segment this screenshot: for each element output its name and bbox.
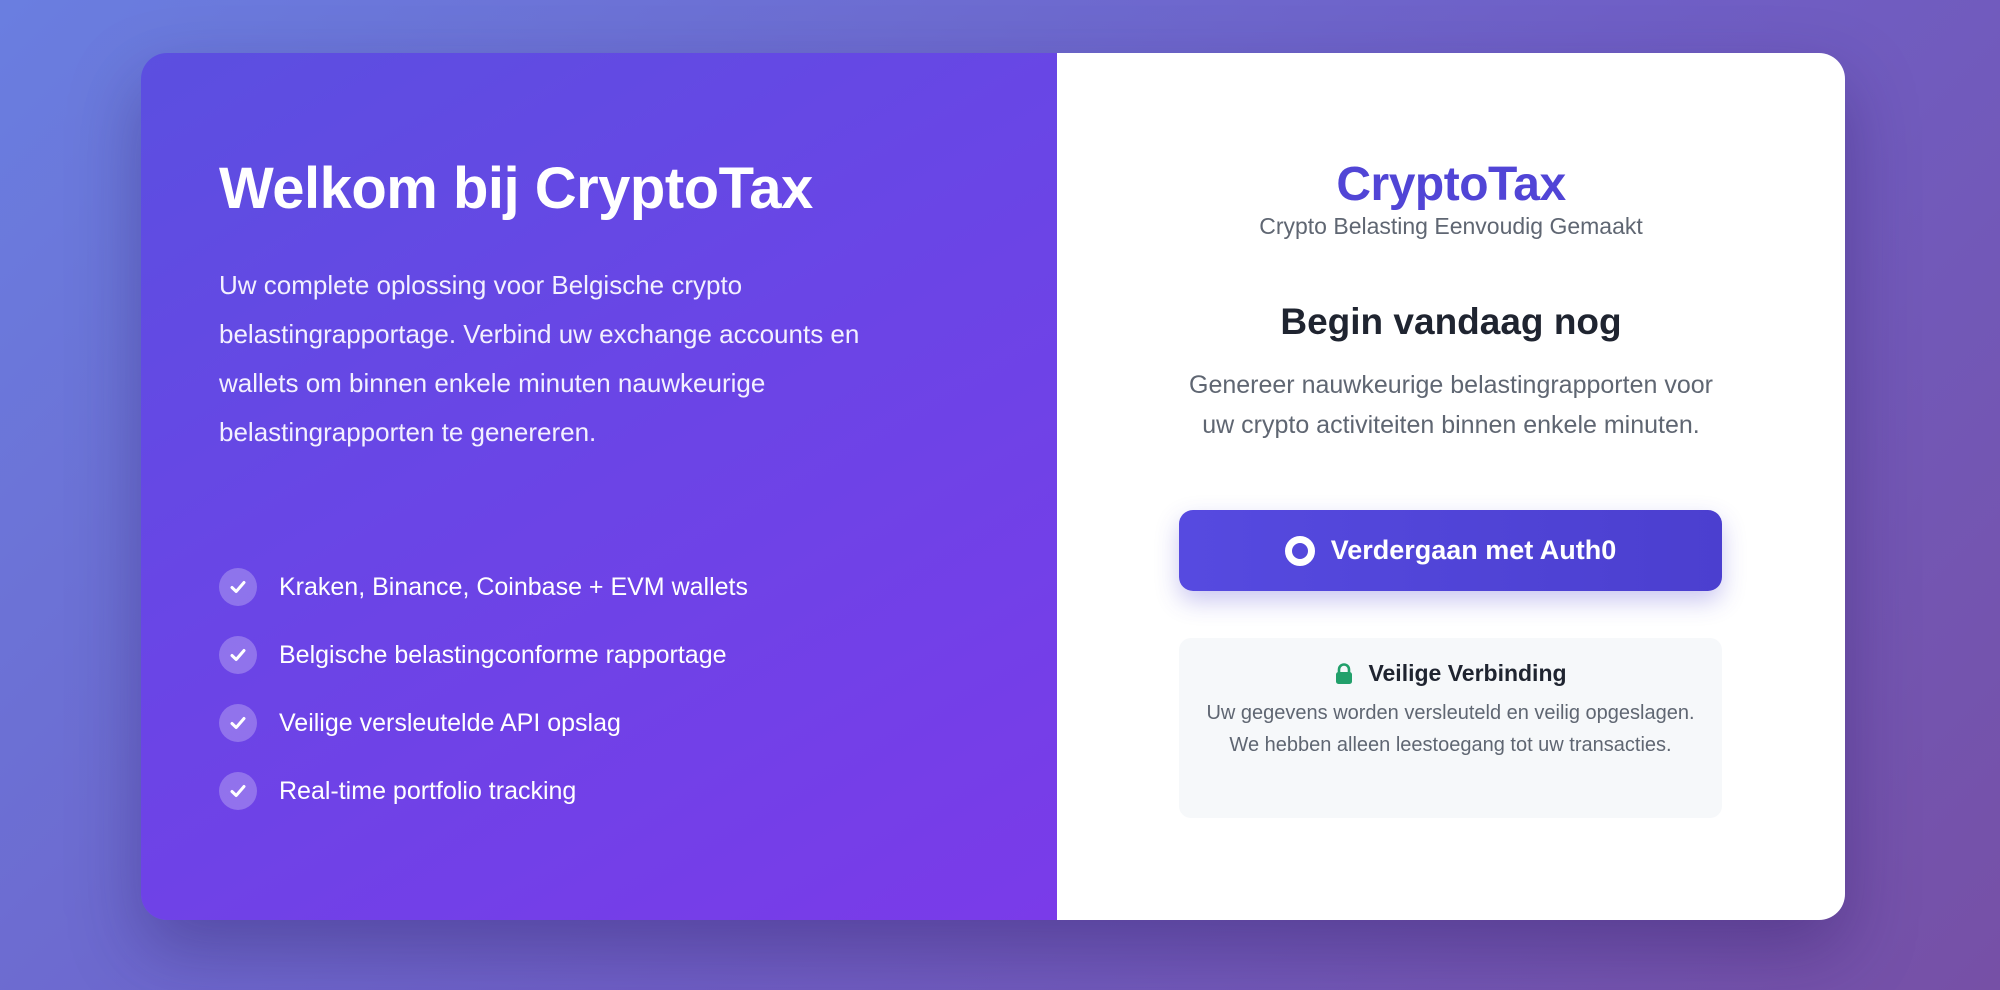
auth0-login-label: Verdergaan met Auth0 [1330, 535, 1617, 565]
feature-item: Veilige versleutelde API opslag [219, 689, 748, 757]
check-icon [219, 568, 257, 606]
secure-connection-notice: Veilige Verbinding Uw gegevens worden ve… [1179, 638, 1722, 818]
welcome-panel: Welkom bij CryptoTax Uw complete oplossi… [141, 53, 1057, 920]
brand-logo: CryptoTax [1336, 158, 1566, 211]
feature-label: Kraken, Binance, Coinbase + EVM wallets [279, 572, 748, 601]
signin-panel: CryptoTax Crypto Belasting Eenvoudig Gem… [1057, 53, 1845, 920]
welcome-intro: Uw complete oplossing voor Belgische cry… [219, 270, 860, 447]
signin-headline: Begin vandaag nog [1280, 301, 1622, 342]
secure-title: Veilige Verbinding [1368, 660, 1567, 686]
secure-title-row: Veilige Verbinding [1199, 660, 1702, 687]
feature-item: Belgische belastingconforme rapportage [219, 621, 748, 689]
check-icon [219, 772, 257, 810]
feature-item: Kraken, Binance, Coinbase + EVM wallets [219, 553, 748, 621]
feature-label: Veilige versleutelde API opslag [279, 708, 621, 737]
feature-label: Belgische belastingconforme rapportage [279, 640, 727, 669]
feature-item: Real-time portfolio tracking [219, 757, 748, 825]
secure-text: Uw gegevens worden versleuteld en veilig… [1206, 702, 1695, 756]
signin-description: Genereer nauwkeurige belastingrapporten … [1189, 371, 1713, 439]
auth0-login-button[interactable]: Verdergaan met Auth0 [1179, 510, 1722, 591]
check-icon [219, 704, 257, 742]
brand-tagline: Crypto Belasting Eenvoudig Gemaakt [1259, 213, 1643, 239]
feature-label: Real-time portfolio tracking [279, 776, 577, 805]
lock-icon [1334, 662, 1354, 685]
welcome-title: Welkom bij CryptoTax [219, 156, 813, 221]
login-card: Welkom bij CryptoTax Uw complete oplossi… [141, 53, 1845, 920]
auth0-ring-icon [1284, 535, 1315, 566]
feature-list: Kraken, Binance, Coinbase + EVM wallets … [219, 553, 748, 825]
check-icon [219, 636, 257, 674]
